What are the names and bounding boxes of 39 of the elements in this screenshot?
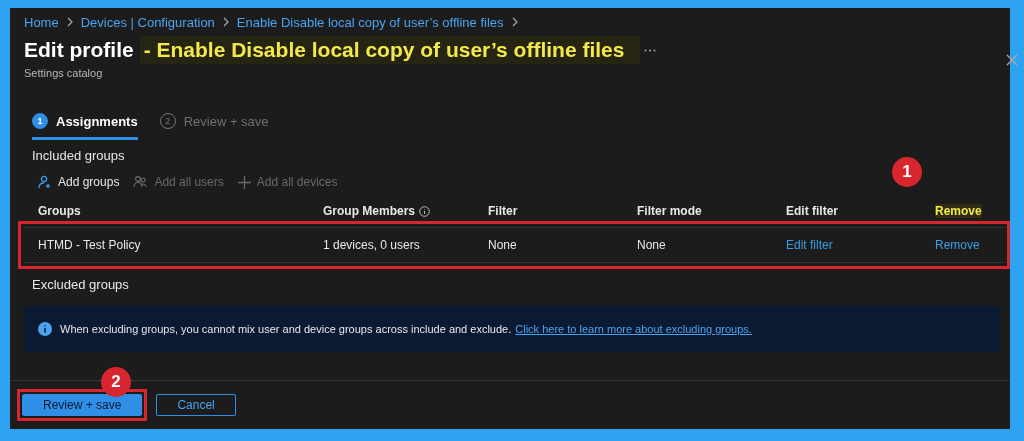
column-header: Group Members (323, 204, 430, 218)
column-header: Groups (38, 204, 81, 218)
remove-link[interactable]: Remove (935, 238, 1004, 252)
edit-filter-link[interactable]: Edit filter (786, 238, 935, 252)
close-icon[interactable] (1006, 54, 1018, 66)
info-icon (419, 205, 430, 217)
table-cell-text: 1 devices, 0 users (323, 238, 421, 252)
info-icon (38, 322, 52, 336)
column-header: Filter mode (637, 204, 702, 218)
more-icon[interactable] (644, 48, 657, 52)
column-header: Edit filter (786, 204, 838, 218)
column-header: Remove (935, 204, 982, 218)
step-number-badge: 2 (101, 367, 131, 397)
page-subtitle: Settings catalog (24, 67, 104, 79)
breadcrumb-link[interactable]: Enable Disable local copy of user’s offline files (236, 14, 504, 30)
column-header: Filter (488, 204, 518, 218)
table-cell-text: None (488, 238, 518, 252)
breadcrumb-link[interactable]: Home (24, 14, 59, 30)
chevron-right-icon (66, 17, 73, 27)
cancel-button[interactable]: Cancel (156, 394, 236, 416)
section-heading: Excluded groups (32, 277, 130, 292)
table-cell-text: None (637, 238, 667, 252)
breadcrumb-link[interactable]: Devices | Configuration (80, 14, 215, 30)
review-save-button[interactable]: Review + save (22, 394, 143, 416)
wizard-step-tab[interactable]: 2 Review + save (159, 113, 269, 140)
toolbar-action[interactable]: Add groups (38, 175, 120, 189)
learn-more-link[interactable]: Click here to learn more about excluding groups. (515, 323, 752, 335)
plus-icon (237, 175, 251, 189)
table-cell-text: HTMD - Test Policy (38, 238, 142, 252)
page-title: Edit profile (24, 38, 134, 62)
notice-text: When excluding groups, you cannot mix user and device groups across include and exclude. Click here to learn more about excluding groups. (60, 323, 752, 335)
section-heading: Included groups (32, 148, 126, 163)
chevron-right-icon (511, 17, 518, 27)
wizard-step-tab[interactable]: 1 Assignments (32, 113, 138, 140)
add-person-icon (38, 175, 52, 189)
step-number-badge: 1 (892, 157, 922, 187)
chevron-right-icon (222, 17, 229, 27)
highlighted-title: - Enable Disable local copy of user’s offline files (139, 36, 641, 64)
people-icon (133, 175, 149, 189)
